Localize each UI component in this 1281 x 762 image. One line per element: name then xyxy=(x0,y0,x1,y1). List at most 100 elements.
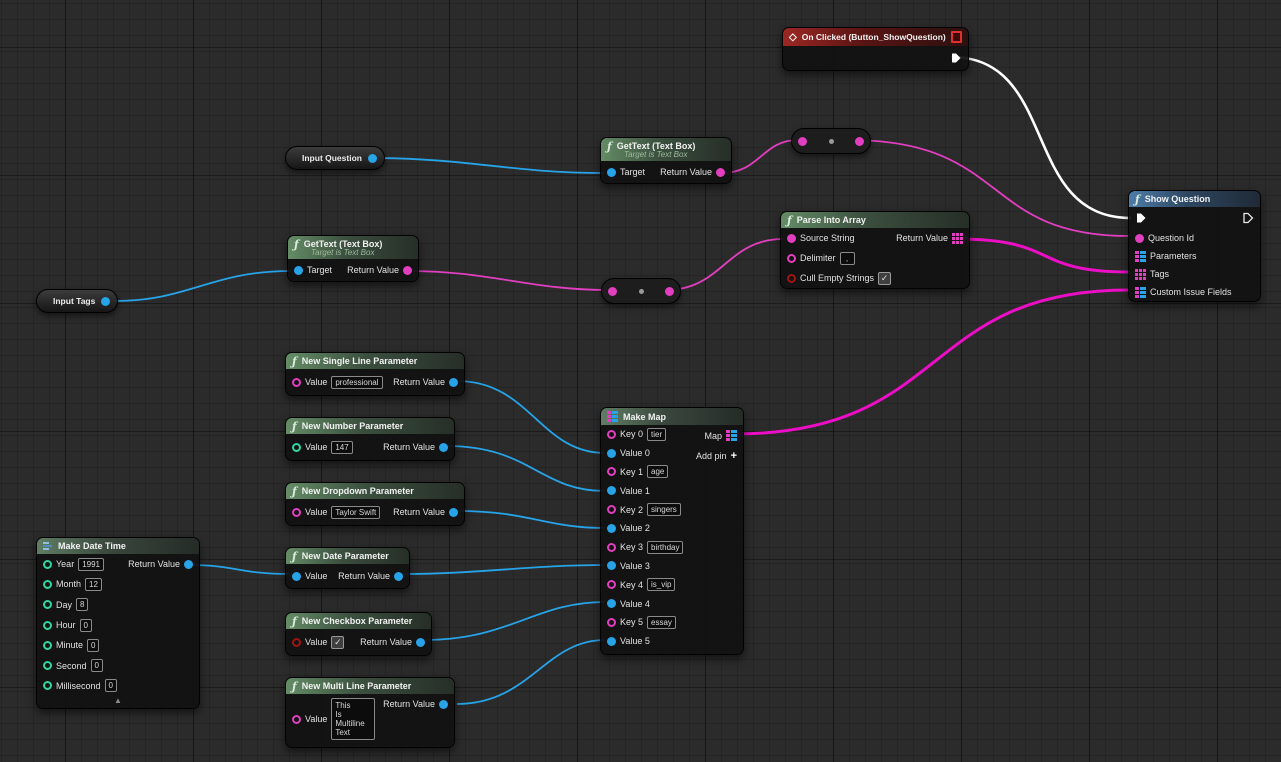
value-input[interactable]: professional xyxy=(331,376,382,389)
value-pin[interactable] xyxy=(292,443,301,452)
blueprint-graph-canvas[interactable]: ◇ On Clicked (Button_ShowQuestion) Input… xyxy=(0,0,1281,762)
return-value-pin[interactable] xyxy=(449,378,458,387)
millisecond-input[interactable]: 0 xyxy=(105,679,117,692)
node-new-number-parameter[interactable]: ƒ New Number Parameter Value147 Return V… xyxy=(285,417,455,461)
variable-input-question[interactable]: Input Question xyxy=(285,146,385,170)
node-new-multi-line-parameter[interactable]: ƒ New Multi Line Parameter Value This Is… xyxy=(285,677,455,748)
value-pin[interactable] xyxy=(292,638,301,647)
variable-out-pin[interactable] xyxy=(368,154,377,163)
value-pin[interactable] xyxy=(607,561,616,570)
return-value-pin[interactable] xyxy=(449,508,458,517)
node-show-question[interactable]: ƒ Show Question Question Id Parameters T… xyxy=(1128,190,1261,302)
delimiter-input[interactable]: , xyxy=(840,252,855,265)
reroute-out-pin[interactable] xyxy=(855,137,864,146)
add-pin-group[interactable]: Add pin + xyxy=(696,451,737,461)
pin-label: Return Value xyxy=(383,442,435,452)
collapse-arrow[interactable]: ▲ xyxy=(37,696,199,708)
target-pin[interactable] xyxy=(607,168,616,177)
question-id-pin[interactable] xyxy=(1135,234,1144,243)
year-input[interactable]: 1991 xyxy=(78,558,104,571)
node-new-dropdown-parameter[interactable]: ƒ New Dropdown Parameter ValueTaylor Swi… xyxy=(285,482,465,526)
target-pin[interactable] xyxy=(294,266,303,275)
day-pin[interactable] xyxy=(43,600,52,609)
return-value-pin[interactable] xyxy=(716,168,725,177)
key-pin[interactable] xyxy=(607,467,616,476)
exec-out-pin[interactable] xyxy=(950,52,962,64)
reroute-out-pin[interactable] xyxy=(665,287,674,296)
value-pin[interactable] xyxy=(292,508,301,517)
key-pin[interactable] xyxy=(607,618,616,627)
return-value-pin[interactable] xyxy=(439,443,448,452)
delegate-pin-icon[interactable] xyxy=(951,31,962,43)
value-pin[interactable] xyxy=(607,449,616,458)
year-pin[interactable] xyxy=(43,560,52,569)
return-value-pin[interactable] xyxy=(403,266,412,275)
hour-pin[interactable] xyxy=(43,621,52,630)
tags-array-pin[interactable] xyxy=(1135,269,1146,280)
reroute-in-pin[interactable] xyxy=(608,287,617,296)
cull-empty-strings-checkbox[interactable]: ✓ xyxy=(878,272,891,285)
return-value-pin[interactable] xyxy=(394,572,403,581)
reroute-node[interactable] xyxy=(791,128,871,154)
key-pin[interactable] xyxy=(607,543,616,552)
second-input[interactable]: 0 xyxy=(91,659,103,672)
key-input[interactable]: is_vip xyxy=(647,578,675,591)
node-make-date-time[interactable]: Make Date Time Return Value Year1991 Mon… xyxy=(36,537,200,709)
value-pin[interactable] xyxy=(292,378,301,387)
value-input[interactable]: 147 xyxy=(331,441,352,454)
exec-in-pin[interactable] xyxy=(1135,212,1147,224)
key-input[interactable]: tier xyxy=(647,428,666,441)
value-pin[interactable] xyxy=(607,599,616,608)
value-pin[interactable] xyxy=(292,572,301,581)
node-on-clicked[interactable]: ◇ On Clicked (Button_ShowQuestion) xyxy=(782,27,969,71)
node-get-text-2[interactable]: ƒ GetText (Text Box) Target is Text Box … xyxy=(287,235,419,282)
node-new-single-line-parameter[interactable]: ƒ New Single Line Parameter Valueprofess… xyxy=(285,352,465,396)
map-output-pin[interactable] xyxy=(726,430,737,441)
source-string-pin[interactable] xyxy=(787,234,796,243)
reroute-in-pin[interactable] xyxy=(798,137,807,146)
key-pin[interactable] xyxy=(607,430,616,439)
exec-out-pin[interactable] xyxy=(1242,212,1254,224)
pin-label: Cull Empty Strings xyxy=(800,273,874,283)
hour-input[interactable]: 0 xyxy=(80,619,92,632)
node-make-map[interactable]: Make Map Map Add pin + Key 0tier Value 0… xyxy=(600,407,744,655)
second-pin[interactable] xyxy=(43,661,52,670)
node-get-text-1[interactable]: ƒ GetText (Text Box) Target is Text Box … xyxy=(600,137,732,184)
variable-input-tags[interactable]: Input Tags xyxy=(36,289,118,313)
value-pin[interactable] xyxy=(292,715,301,724)
key-input[interactable]: essay xyxy=(647,616,676,629)
return-value-pin[interactable] xyxy=(184,560,193,569)
string-array-pin[interactable] xyxy=(952,233,963,244)
millisecond-pin[interactable] xyxy=(43,681,52,690)
wire-gettext1-reroute xyxy=(722,140,798,173)
variable-out-pin[interactable] xyxy=(101,297,110,306)
value-pin[interactable] xyxy=(607,486,616,495)
node-new-date-parameter[interactable]: ƒ New Date Parameter Value Return Value xyxy=(285,547,410,589)
key-pin[interactable] xyxy=(607,580,616,589)
minute-pin[interactable] xyxy=(43,641,52,650)
return-value-pin[interactable] xyxy=(416,638,425,647)
minute-input[interactable]: 0 xyxy=(87,639,99,652)
value-input[interactable]: Taylor Swift xyxy=(331,506,380,519)
month-pin[interactable] xyxy=(43,580,52,589)
cull-empty-strings-pin[interactable] xyxy=(787,274,796,283)
month-input[interactable]: 12 xyxy=(85,578,102,591)
value-pin[interactable] xyxy=(607,637,616,646)
wire-gettext2-reroute xyxy=(409,271,608,290)
key-input[interactable]: age xyxy=(647,465,668,478)
value-pin[interactable] xyxy=(607,524,616,533)
value-checkbox[interactable]: ✓ xyxy=(331,636,344,649)
return-value-pin[interactable] xyxy=(439,700,448,709)
delimiter-pin[interactable] xyxy=(787,254,796,263)
day-input[interactable]: 8 xyxy=(76,598,88,611)
value-input[interactable]: This Is Multiline Text xyxy=(331,698,375,740)
custom-issue-fields-map-pin[interactable] xyxy=(1135,287,1146,298)
key-input[interactable]: birthday xyxy=(647,541,683,554)
reroute-node[interactable] xyxy=(601,278,681,304)
key-pin[interactable] xyxy=(607,505,616,514)
node-parse-into-array[interactable]: ƒ Parse Into Array Source String Return … xyxy=(780,211,970,289)
key-input[interactable]: singers xyxy=(647,503,681,516)
node-new-checkbox-parameter[interactable]: ƒ New Checkbox Parameter Value✓ Return V… xyxy=(285,612,432,656)
add-pin-icon[interactable]: + xyxy=(731,451,737,461)
parameters-map-pin[interactable] xyxy=(1135,251,1146,262)
